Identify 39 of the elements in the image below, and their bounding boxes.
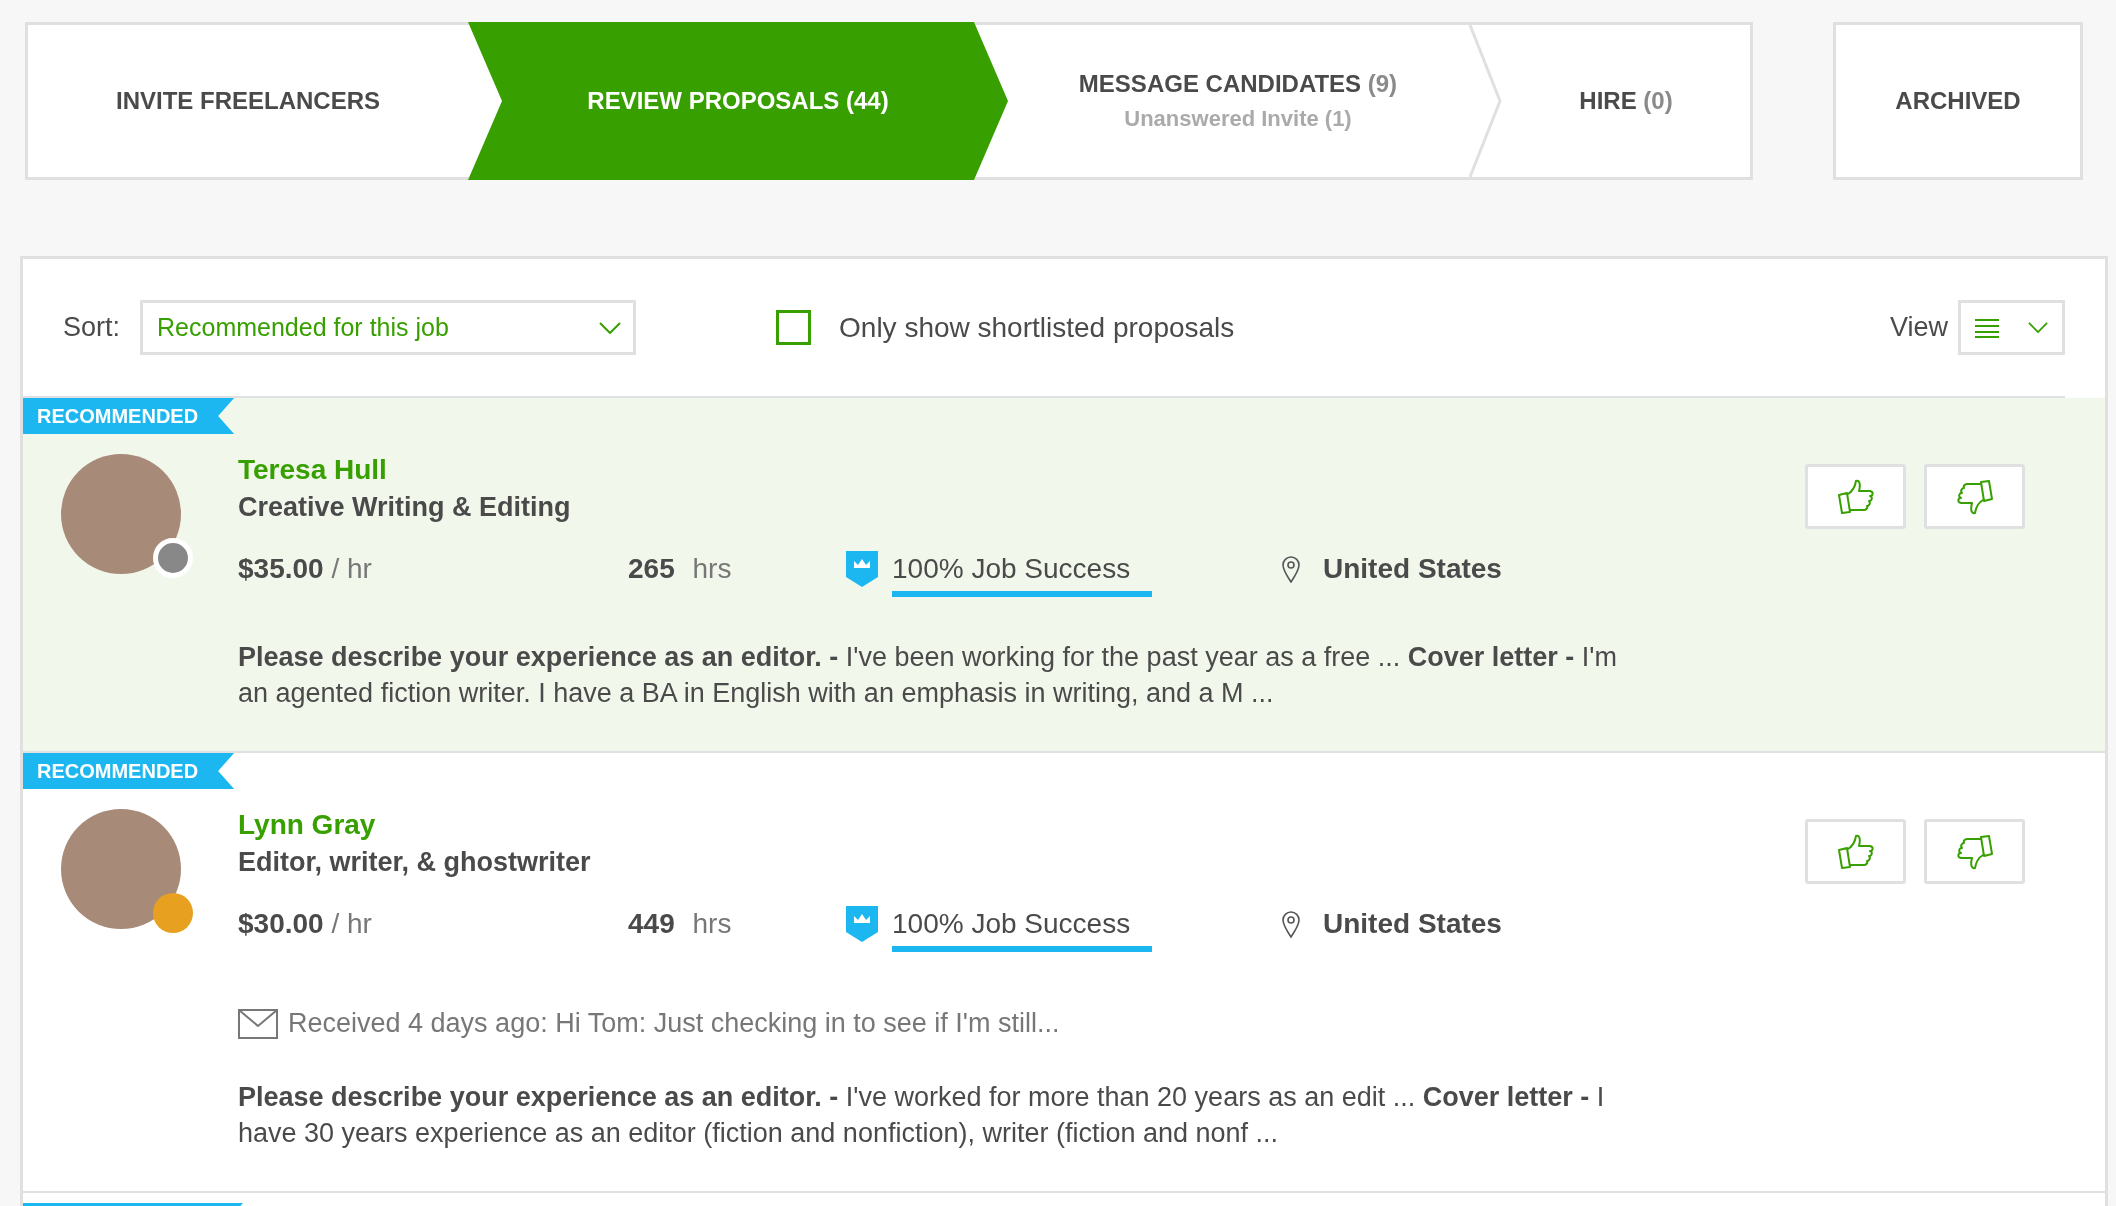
badge-icon: [846, 906, 878, 942]
view-dropdown[interactable]: [1958, 300, 2065, 355]
badge-icon: [846, 551, 878, 587]
thumbs-down-icon: [1955, 478, 1994, 515]
envelope-icon: [238, 1008, 278, 1039]
dislike-button[interactable]: [1924, 819, 2025, 884]
proposal-excerpt: Please describe your experience as an editor. - I've been working for the past year as a free ... Cover letter - I'm an agented fiction writer. I have a BA in English with an emphasis in writing, and a M ...: [238, 641, 1618, 710]
dislike-button[interactable]: [1924, 464, 2025, 529]
message-preview: Received 4 days ago: Hi Tom: Just checking in to see if I'm still...: [288, 1008, 1060, 1039]
like-button[interactable]: [1805, 464, 1906, 529]
thumbs-down-icon: [1955, 833, 1994, 870]
proposal-excerpt: Please describe your experience as an editor. - I've worked for more than 20 years as an edit ... Cover letter - I have 30 years experience as an editor (fiction and nonfiction), writer (fiction and nonf ...: [238, 1081, 1606, 1150]
archived-tab[interactable]: ARCHIVED: [1833, 22, 2083, 180]
location-pin-icon: [1281, 555, 1301, 583]
workflow-tab[interactable]: MESSAGE CANDIDATES (9) Unanswered Invite (1): [1008, 25, 1468, 177]
workflow-tab[interactable]: HIRE (0): [1502, 25, 1750, 177]
freelancer-title: Creative Writing & Editing: [238, 492, 572, 523]
thumbs-up-icon: [1836, 478, 1875, 515]
like-button[interactable]: [1805, 819, 1906, 884]
freelancer-title: Editor, writer, & ghostwriter: [238, 847, 592, 878]
recommended-ribbon: RECOMMENDED: [23, 753, 235, 789]
job-success: 100% Job Success: [892, 553, 1152, 597]
location: United States: [1323, 908, 1502, 940]
location-pin-icon: [1281, 910, 1301, 938]
thumbs-up-icon: [1836, 833, 1875, 870]
caret-icon: [2027, 322, 2048, 333]
sort-label: Sort:: [63, 312, 121, 343]
shortlist-checkbox[interactable]: Only show shortlisted proposals: [776, 310, 1235, 345]
hourly-rate: $30.00 / hr: [238, 908, 372, 939]
job-success: 100% Job Success: [892, 908, 1152, 952]
hours-worked: 449 hrs: [628, 908, 732, 939]
workflow-tab[interactable]: INVITE FREELANCERS: [28, 25, 468, 177]
hours-worked: 265 hrs: [628, 553, 732, 584]
list-view-icon: [1975, 317, 2000, 338]
recommended-ribbon: RECOMMENDED: [23, 398, 235, 434]
hourly-rate: $35.00 / hr: [238, 553, 372, 584]
view-label: View: [1889, 312, 1948, 343]
location: United States: [1323, 553, 1502, 585]
caret-icon: [599, 321, 622, 334]
